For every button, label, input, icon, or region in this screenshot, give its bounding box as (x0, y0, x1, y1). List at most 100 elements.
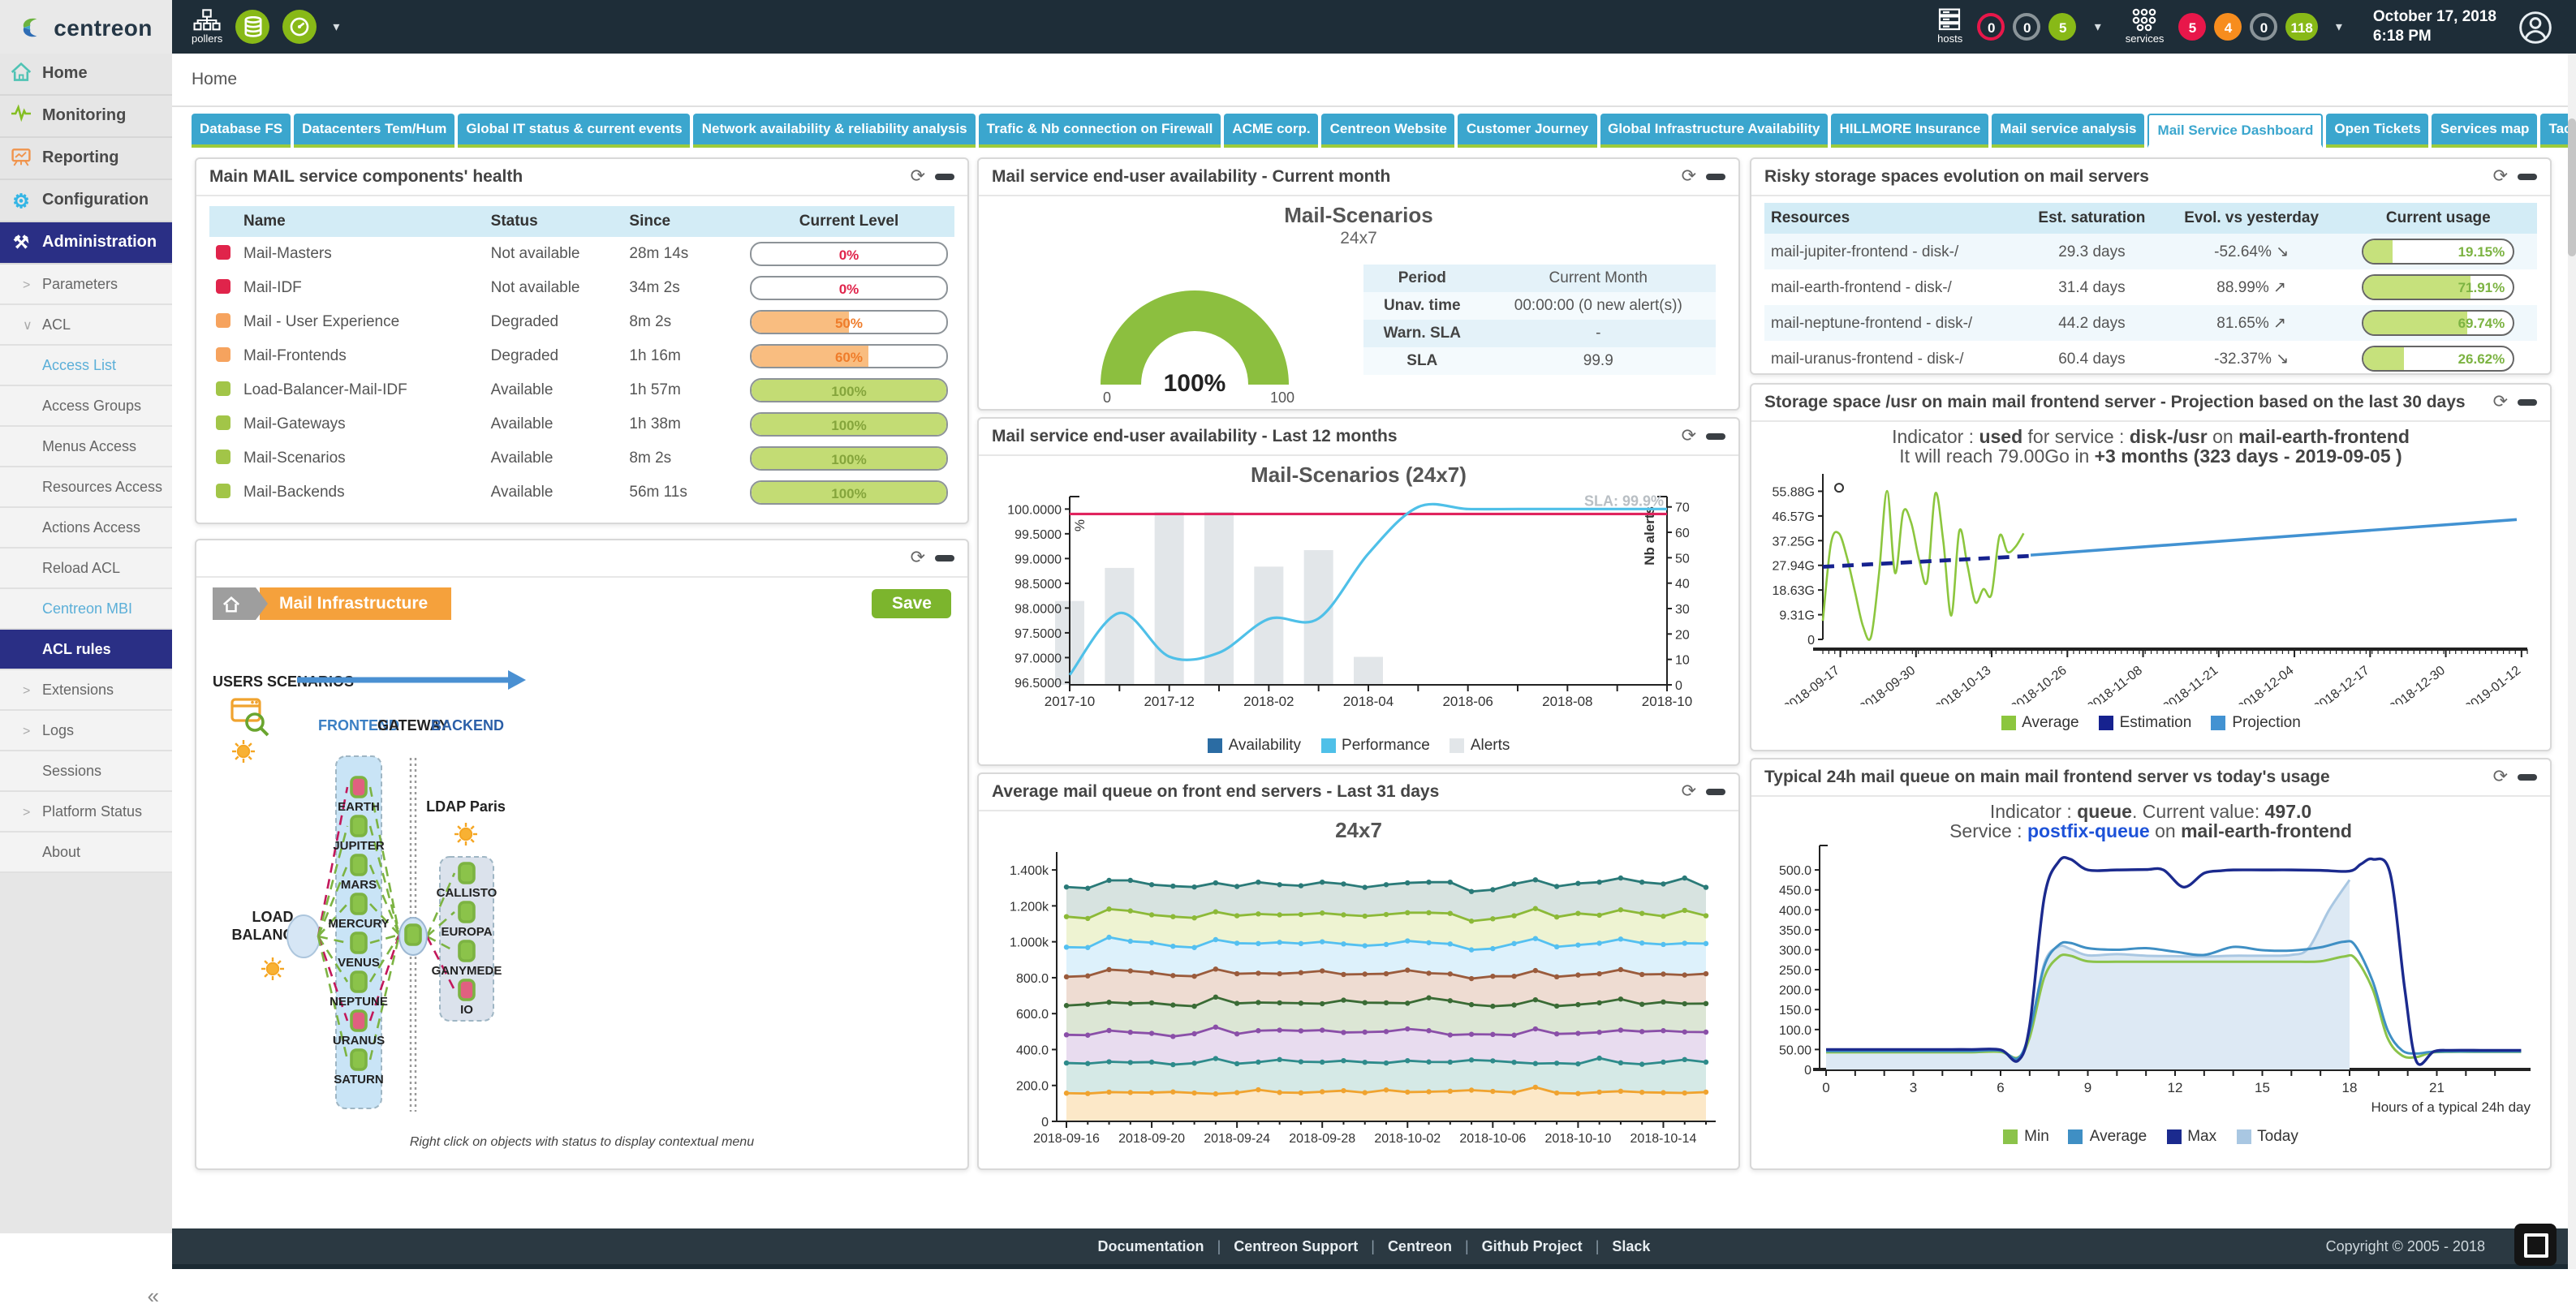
sidebar-subitem-about[interactable]: About (0, 833, 172, 873)
minimize-icon[interactable] (1706, 433, 1725, 440)
legend-item-max[interactable]: Max (2166, 1128, 2216, 1146)
refresh-icon[interactable]: ⟳ (1682, 783, 1696, 801)
legend-item-estimation[interactable]: Estimation (2099, 714, 2192, 732)
services-badge-1[interactable]: 4 (2214, 13, 2242, 41)
svg-text:2018-09-20: 2018-09-20 (1118, 1132, 1185, 1146)
hosts-badge-0[interactable]: 0 (1978, 13, 2005, 41)
sidebar-collapse-button[interactable]: « (148, 1284, 159, 1308)
poller-chevron-down-icon[interactable]: ▾ (333, 19, 339, 34)
sidebar-item-home[interactable]: Home (0, 54, 172, 96)
legend-item-today[interactable]: Today (2236, 1128, 2298, 1146)
sidebar-subitem-extensions[interactable]: >Extensions (0, 670, 172, 711)
footer-link-centreon[interactable]: Centreon (1388, 1238, 1452, 1254)
sidebar-subitem-actions-access[interactable]: Actions Access (0, 508, 172, 549)
legend-item-projection[interactable]: Projection (2211, 714, 2301, 732)
minimize-icon[interactable] (2518, 774, 2537, 781)
sidebar-item-reporting[interactable]: Reporting (0, 138, 172, 180)
legend-item-performance[interactable]: Performance (1320, 737, 1430, 755)
sidebar-subitem-sessions[interactable]: Sessions (0, 751, 172, 792)
user-avatar-icon[interactable] (2518, 9, 2553, 45)
cell-name: Load-Balancer-Mail-IDF (237, 373, 485, 407)
minimize-icon[interactable] (2518, 399, 2537, 406)
panel-title: Typical 24h mail queue on main mail fron… (1764, 768, 2330, 787)
refresh-icon[interactable]: ⟳ (1682, 428, 1696, 445)
sidebar-subitem-label: ACL (42, 316, 71, 333)
legend-item-availability[interactable]: Availability (1208, 737, 1301, 755)
minimize-icon[interactable] (2518, 174, 2537, 180)
footer-link-github-project[interactable]: Github Project (1482, 1238, 1583, 1254)
footer-link-slack[interactable]: Slack (1612, 1238, 1650, 1254)
sidebar-subitem-centreon-mbi[interactable]: Centreon MBI (0, 589, 172, 630)
tab-acme-corp-[interactable]: ACME corp. (1224, 114, 1318, 148)
scrollbar-thumb[interactable] (2568, 118, 2576, 256)
svg-text:250.0: 250.0 (1779, 964, 1811, 978)
fullscreen-corner-button[interactable] (2514, 1224, 2557, 1266)
cell-evolution: 88.99% ↗ (2164, 269, 2340, 305)
legend-item-min[interactable]: Min (2003, 1128, 2049, 1146)
tab-mail-service-analysis[interactable]: Mail service analysis (1992, 114, 2144, 148)
tab-centreon-website[interactable]: Centreon Website (1322, 114, 1455, 148)
centreon-logo[interactable]: centreon (0, 0, 172, 54)
legend-item-average[interactable]: Average (2069, 1128, 2147, 1146)
sidebar-item-monitoring[interactable]: Monitoring (0, 96, 172, 138)
tab-global-infrastructure-availability[interactable]: Global Infrastructure Availability (1600, 114, 1828, 148)
sidebar-subitem-reload-acl[interactable]: Reload ACL (0, 549, 172, 589)
sidebar-subitem-menus-access[interactable]: Menus Access (0, 427, 172, 467)
refresh-icon[interactable]: ⟳ (2493, 168, 2508, 186)
minimize-icon[interactable] (1706, 789, 1725, 795)
legend-item-alerts[interactable]: Alerts (1450, 737, 1510, 755)
sidebar-subitem-acl[interactable]: ∨ACL (0, 305, 172, 346)
tab-hillmore-insurance[interactable]: HILLMORE Insurance (1831, 114, 1988, 148)
table-row: Mail-GatewaysAvailable1h 38m100% (209, 407, 954, 441)
refresh-icon[interactable]: ⟳ (1682, 168, 1696, 186)
sidebar-subitem-acl-rules[interactable]: ACL rules (0, 630, 172, 670)
services-badge-3[interactable]: 118 (2285, 13, 2317, 41)
refresh-icon[interactable]: ⟳ (2493, 768, 2508, 786)
tab-datacenters-tem-hum[interactable]: Datacenters Tem/Hum (294, 114, 454, 148)
breadcrumb[interactable]: Home (192, 70, 2576, 89)
refresh-icon[interactable]: ⟳ (2493, 394, 2508, 411)
minimize-icon[interactable] (935, 555, 954, 561)
svg-text:2018-02: 2018-02 (1243, 694, 1294, 709)
pollers-button[interactable]: pollers (192, 8, 222, 45)
hosts-menu[interactable]: hosts (1937, 8, 1963, 45)
tab-database-fs[interactable]: Database FS (192, 114, 291, 148)
tab-network-availability-reliability-analysis[interactable]: Network availability & reliability analy… (694, 114, 976, 148)
usage-bar-label: 19.15% (2363, 240, 2513, 263)
latency-status-button[interactable] (282, 10, 317, 44)
sidebar-item-administration[interactable]: ⚒Administration (0, 222, 172, 265)
services-chevron-down-icon[interactable]: ▾ (2336, 19, 2342, 34)
sidebar-item-configuration[interactable]: ⚙Configuration (0, 180, 172, 222)
refresh-icon[interactable]: ⟳ (911, 549, 925, 567)
minimize-icon[interactable] (935, 174, 954, 180)
hosts-badge-2[interactable]: 5 (2049, 13, 2077, 41)
cell-since: 8m 2s (622, 441, 743, 475)
sidebar-subitem-resources-access[interactable]: Resources Access (0, 467, 172, 508)
services-menu[interactable]: services (2126, 8, 2165, 45)
minimize-icon[interactable] (1706, 174, 1725, 180)
footer-link-documentation[interactable]: Documentation (1098, 1238, 1204, 1254)
services-badge-0[interactable]: 5 (2178, 13, 2206, 41)
sidebar-subitem-access-list[interactable]: Access List (0, 346, 172, 386)
footer-link-centreon-support[interactable]: Centreon Support (1234, 1238, 1358, 1254)
services-badge-2[interactable]: 0 (2250, 13, 2277, 41)
scrollbar-track[interactable] (2568, 54, 2576, 1269)
tab-services-map[interactable]: Services map (2432, 114, 2538, 148)
status-square-ok (216, 381, 230, 395)
tab-open-tickets[interactable]: Open Tickets (2326, 114, 2428, 148)
sidebar-subitem-platform-status[interactable]: >Platform Status (0, 792, 172, 833)
legend-item-average[interactable]: Average (2001, 714, 2078, 732)
hosts-chevron-down-icon[interactable]: ▾ (2095, 19, 2101, 34)
sidebar-subitem-access-groups[interactable]: Access Groups (0, 386, 172, 427)
tab-mail-service-dashboard[interactable]: Mail Service Dashboard (2148, 114, 2324, 148)
tab-trafic-nb-connection-on-firewall[interactable]: Trafic & Nb connection on Firewall (979, 114, 1221, 148)
sidebar-subitem-parameters[interactable]: >Parameters (0, 265, 172, 305)
map-title-tag[interactable]: Mail Infrastructure (260, 587, 450, 620)
tab-customer-journey[interactable]: Customer Journey (1458, 114, 1596, 148)
hosts-badge-1[interactable]: 0 (2014, 13, 2041, 41)
database-status-button[interactable] (235, 10, 269, 44)
tab-global-it-status-current-events[interactable]: Global IT status & current events (458, 114, 690, 148)
save-button[interactable]: Save (872, 589, 951, 618)
sidebar-subitem-logs[interactable]: >Logs (0, 711, 172, 751)
refresh-icon[interactable]: ⟳ (911, 168, 925, 186)
